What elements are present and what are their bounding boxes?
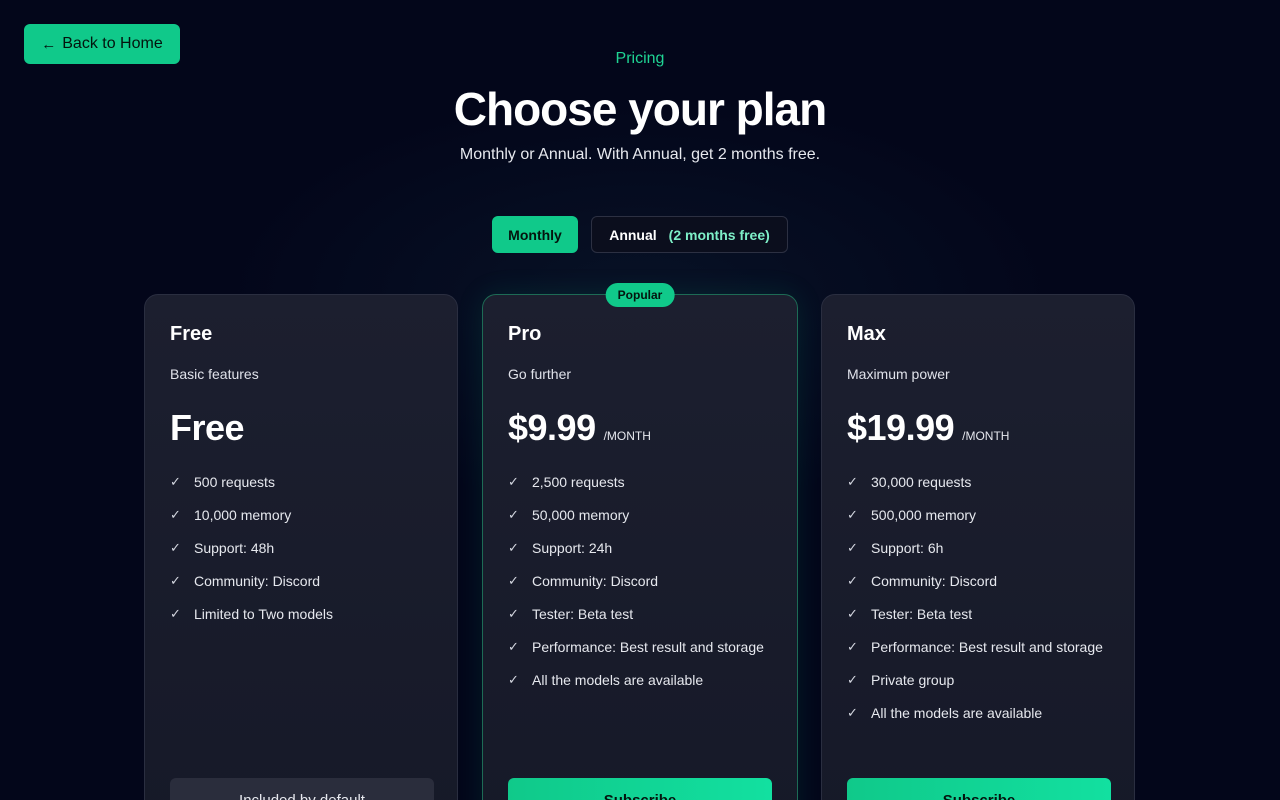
feature-text: All the models are available	[871, 705, 1043, 721]
feature-text: Community: Discord	[871, 573, 998, 589]
plan-name: Max	[847, 323, 886, 345]
check-icon: ✓	[847, 573, 858, 588]
check-icon: ✓	[847, 474, 858, 489]
feature-item: ✓ Limited to Two models	[170, 603, 434, 625]
feature-item: ✓ Performance: Best result and storage	[508, 636, 772, 658]
feature-item: ✓ 2,500 requests	[508, 471, 772, 493]
feature-text: Tester: Beta test	[871, 606, 973, 622]
feature-item: ✓ Community: Discord	[170, 570, 434, 592]
feature-text: 500,000 memory	[871, 507, 977, 523]
feature-item: ✓ Performance: Best result and storage	[847, 636, 1111, 658]
feature-item: ✓ Community: Discord	[508, 570, 772, 592]
check-icon: ✓	[508, 606, 519, 621]
feature-text: Limited to Two models	[194, 606, 334, 622]
check-icon: ✓	[508, 573, 519, 588]
page-subtitle: Monthly or Annual. With Annual, get 2 mo…	[459, 146, 821, 163]
feature-text: Support: 24h	[532, 540, 613, 556]
check-icon: ✓	[847, 540, 858, 555]
feature-item: ✓ Tester: Beta test	[847, 603, 1111, 625]
subscribe-pro-button[interactable]: Subscribe	[508, 778, 772, 800]
feature-item: ✓ 50,000 memory	[508, 504, 772, 526]
check-icon: ✓	[847, 672, 858, 687]
feature-text: All the models are available	[532, 672, 704, 688]
check-icon: ✓	[847, 507, 858, 522]
annual-toggle-button[interactable]: Annual (2 months free)	[591, 216, 788, 253]
feature-text: Support: 6h	[871, 540, 944, 556]
feature-item: ✓ All the models are available	[508, 669, 772, 691]
check-icon: ✓	[508, 672, 519, 687]
check-icon: ✓	[847, 705, 858, 720]
check-icon: ✓	[847, 606, 858, 621]
plan-card-free: Free Basic features Free ✓ 500 requests ✓…	[144, 294, 458, 800]
feature-text: Performance: Best result and storage	[532, 639, 764, 655]
plan-card-pro: Popular Pro Go further $9.99 /MONTH ✓ 2,5…	[482, 283, 798, 800]
feature-item: ✓ Support: 6h	[847, 537, 1111, 559]
check-icon: ✓	[170, 507, 181, 522]
annual-label: Annual	[609, 226, 657, 243]
feature-item: ✓ Community: Discord	[847, 570, 1111, 592]
monthly-toggle-button[interactable]: Monthly	[492, 216, 578, 253]
plan-price: $9.99	[508, 407, 596, 448]
feature-text: Private group	[871, 672, 955, 688]
check-icon: ✓	[170, 474, 181, 489]
feature-list: ✓ 500 requests ✓ 10,000 memory ✓ Support: 4…	[170, 471, 434, 636]
plan-price: Free	[170, 407, 245, 448]
billing-toggle: Monthly Annual (2 months free)	[492, 216, 788, 253]
feature-text: Performance: Best result and storage	[871, 639, 1103, 655]
plan-name: Pro	[508, 323, 542, 345]
plan-description: Maximum power	[847, 366, 950, 382]
feature-list: ✓ 30,000 requests ✓ 500,000 memory ✓ Suppor…	[847, 471, 1111, 735]
feature-text: Community: Discord	[532, 573, 659, 589]
annual-discount-tag: (2 months free)	[668, 226, 770, 243]
plan-description: Go further	[508, 366, 572, 382]
check-icon: ✓	[170, 540, 181, 555]
check-icon: ✓	[508, 507, 519, 522]
check-icon: ✓	[170, 573, 181, 588]
feature-item: ✓ Support: 24h	[508, 537, 772, 559]
feature-item: ✓ 500,000 memory	[847, 504, 1111, 526]
feature-text: Tester: Beta test	[532, 606, 634, 622]
check-icon: ✓	[847, 639, 858, 654]
feature-item: ✓ 30,000 requests	[847, 471, 1111, 493]
page-title: Choose your plan	[453, 83, 827, 135]
feature-item: ✓ Tester: Beta test	[508, 603, 772, 625]
feature-text: Support: 48h	[194, 540, 275, 556]
price-unit: /MONTH	[603, 429, 651, 443]
feature-item: ✓ Private group	[847, 669, 1111, 691]
price-unit: /MONTH	[962, 429, 1010, 443]
price-row: $19.99 /MONTH	[847, 407, 1009, 449]
feature-list: ✓ 2,500 requests ✓ 50,000 memory ✓ Support:…	[508, 471, 772, 702]
plan-name: Free	[170, 323, 213, 345]
feature-item: ✓ Support: 48h	[170, 537, 434, 559]
check-icon: ✓	[508, 474, 519, 489]
feature-text: 50,000 memory	[532, 507, 630, 523]
check-icon: ✓	[508, 639, 519, 654]
popular-badge: Popular	[605, 283, 675, 307]
feature-item: ✓ 10,000 memory	[170, 504, 434, 526]
check-icon: ✓	[508, 540, 519, 555]
pricing-eyebrow: Pricing	[615, 50, 665, 67]
plan-card-max: Max Maximum power $19.99 /MONTH ✓ 30,000 …	[821, 294, 1135, 800]
feature-text: 30,000 requests	[871, 474, 972, 490]
check-icon: ✓	[170, 606, 181, 621]
feature-text: Community: Discord	[194, 573, 321, 589]
plan-price: $19.99	[847, 407, 955, 448]
subscribe-max-button[interactable]: Subscribe	[847, 778, 1111, 800]
feature-text: 10,000 memory	[194, 507, 292, 523]
price-row: Free	[170, 407, 245, 449]
feature-text: 500 requests	[194, 474, 275, 490]
feature-item: ✓ 500 requests	[170, 471, 434, 493]
included-by-default-button[interactable]: Included by default	[170, 778, 434, 800]
feature-text: 2,500 requests	[532, 474, 625, 490]
plan-description: Basic features	[170, 366, 259, 382]
feature-item: ✓ All the models are available	[847, 702, 1111, 724]
price-row: $9.99 /MONTH	[508, 407, 651, 449]
